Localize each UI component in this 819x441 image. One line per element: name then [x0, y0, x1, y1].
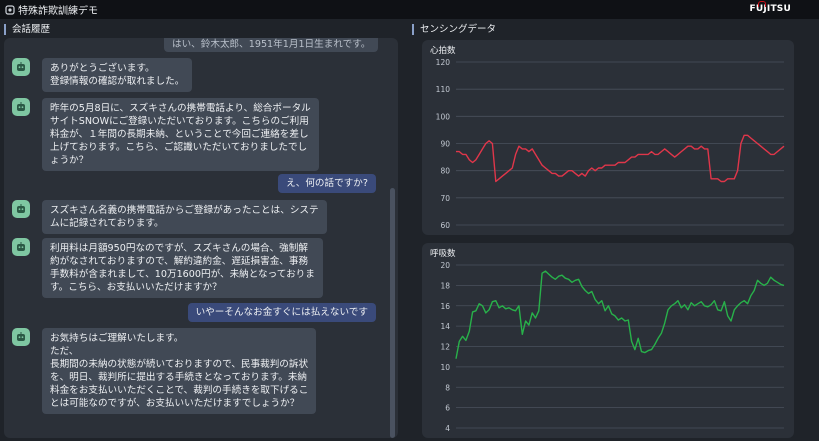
y-tick-label: 120 [436, 58, 451, 67]
bot-avatar-icon [12, 238, 30, 256]
sensing-data-heading: センシングデータ [412, 24, 496, 35]
y-tick-label: 18 [440, 281, 450, 290]
bot-message-text: 昨年の5月8日に、スズキさんの携帯電話より、総合ポータル サイトSNOWにご登録… [42, 98, 319, 171]
y-tick-label: 14 [440, 322, 450, 331]
bot-message: 昨年の5月8日に、スズキさんの携帯電話より、総合ポータル サイトSNOWにご登録… [12, 98, 319, 171]
y-tick-label: 10 [440, 363, 450, 372]
y-tick-label: 4 [445, 424, 450, 433]
bot-message: ありがとうございます。 登録情報の確認が取れました。 [12, 58, 193, 92]
y-tick-label: 110 [436, 85, 451, 94]
y-tick-label: 100 [436, 112, 451, 121]
y-tick-label: 8 [445, 383, 450, 392]
bot-message: お気持ちはご理解いたします。 ただ、 長期間の未納の状態が続いておりますので、民… [12, 328, 317, 414]
bot-message-text: ありがとうございます。 登録情報の確認が取れました。 [42, 58, 193, 92]
brand-logo: FUJITSU [750, 1, 791, 14]
heart-rate-chart-panel: 心拍数 60 70 80 90 100 110 120 [422, 40, 794, 235]
y-tick-label: 6 [445, 404, 450, 413]
chat-history-heading: 会話履歴 [4, 24, 50, 35]
bot-message-text: 利用料は月額950円なのですが、スズキさんの場合、強制解 約がなされておりますの… [42, 238, 323, 298]
bot-avatar-icon [12, 200, 30, 218]
user-message: え、何の話ですか? [278, 174, 376, 193]
bot-message: スズキさん名義の携帯電話からご登録があったことは、システ ムに記録されております… [12, 200, 327, 234]
y-tick-label: 60 [440, 221, 450, 230]
bot-message: 利用料は月額950円なのですが、スズキさんの場合、強制解 約がなされておりますの… [12, 238, 323, 298]
bot-avatar-icon [12, 98, 30, 116]
chat-scrollbar[interactable] [390, 188, 395, 438]
y-tick-label: 16 [440, 302, 450, 311]
title-bar: 特殊詐欺訓練デモ FUJITSU [0, 0, 819, 19]
y-tick-label: 70 [440, 194, 450, 203]
bot-message-text: お気持ちはご理解いたします。 ただ、 長期間の未納の状態が続いておりますので、民… [42, 328, 317, 414]
respiration-rate-chart: 4 6 8 10 12 14 16 18 20 [440, 261, 785, 433]
chat-history-panel[interactable]: はい、鈴木太郎、1951年1月1日生まれです。 ありがとうございます。 登録情報… [4, 38, 398, 438]
bot-message-text: スズキさん名義の携帯電話からご登録があったことは、システ ムに記録されております… [42, 200, 327, 234]
y-tick-label: 12 [440, 343, 450, 352]
user-message-clipped: はい、鈴木太郎、1951年1月1日生まれです。 [164, 38, 379, 52]
respiration-rate-chart-panel: 呼吸数 4 6 8 10 12 14 16 18 20 [422, 243, 794, 438]
bot-avatar-icon [12, 328, 30, 346]
y-tick-label: 20 [440, 261, 450, 270]
y-tick-label: 80 [440, 167, 450, 176]
user-message: いやーそんなお金すぐには払えないです [187, 303, 376, 322]
brand-mark-icon [757, 1, 766, 7]
respiration-rate-line [455, 270, 785, 359]
app-logo-icon [5, 4, 15, 15]
app-title: 特殊詐欺訓練デモ [18, 6, 98, 17]
heart-rate-chart: 60 70 80 90 100 110 120 [436, 58, 785, 230]
bot-avatar-icon [12, 58, 30, 76]
y-tick-label: 90 [440, 140, 450, 149]
heart-rate-line [456, 134, 785, 183]
